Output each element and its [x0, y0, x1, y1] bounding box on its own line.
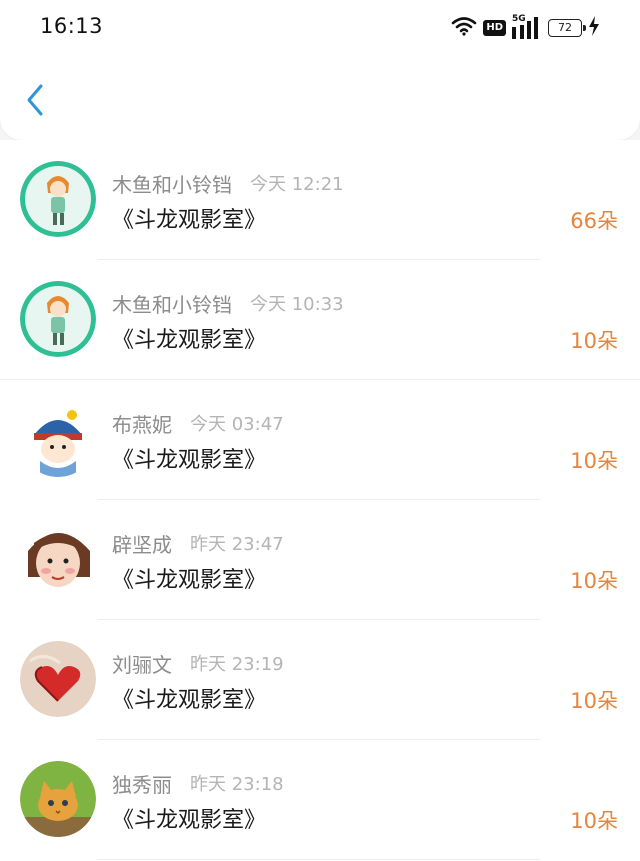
- name-line: 辟坚成 昨天 23:47: [112, 529, 284, 557]
- avatar[interactable]: [20, 281, 96, 357]
- hd-icon: HD: [483, 20, 506, 36]
- gift-amount: 10朵: [570, 569, 618, 593]
- gift-amount: 10朵: [570, 329, 618, 353]
- name-line: 布燕妮 今天 03:47: [112, 409, 284, 437]
- sender-name: 辟坚成: [112, 532, 172, 557]
- avatar[interactable]: [20, 521, 96, 597]
- gift-content: 《斗龙观影室》: [112, 448, 267, 473]
- gift-amount: 10朵: [570, 809, 618, 833]
- avatar[interactable]: [20, 161, 96, 237]
- list-item[interactable]: 木鱼和小铃铛 今天 10:33 《斗龙观影室》 10朵: [0, 260, 640, 380]
- name-line: 独秀丽 昨天 23:18: [112, 769, 284, 797]
- gift-amount: 10朵: [570, 449, 618, 473]
- wifi-icon: [451, 16, 477, 40]
- signal-5g-icon: 5G: [512, 14, 542, 39]
- name-line: 木鱼和小铃铛 今天 10:33: [112, 289, 344, 317]
- gift-content: 《斗龙观影室》: [112, 688, 267, 713]
- cartoon-boy-avatar: [20, 401, 96, 477]
- gift-amount: 10朵: [570, 689, 618, 713]
- timestamp: 今天 10:33: [250, 294, 344, 315]
- name-line: 刘骊文 昨天 23:19: [112, 649, 284, 677]
- timestamp: 昨天 23:47: [190, 534, 284, 555]
- sender-name: 木鱼和小铃铛: [112, 172, 232, 197]
- cartoon-girl-avatar: [20, 281, 96, 357]
- charging-icon: [588, 16, 600, 40]
- gift-content: 《斗龙观影室》: [112, 208, 267, 233]
- timestamp: 昨天 23:18: [190, 774, 284, 795]
- list-item[interactable]: 辟坚成 昨天 23:47 《斗龙观影室》 10朵: [0, 500, 640, 620]
- divider: [98, 859, 540, 860]
- heart-avatar: [20, 641, 96, 717]
- list-item[interactable]: 刘骊文 昨天 23:19 《斗龙观影室》 10朵: [0, 620, 640, 740]
- list-item[interactable]: 独秀丽 昨天 23:18 《斗龙观影室》 10朵: [0, 740, 640, 860]
- avatar[interactable]: [20, 761, 96, 837]
- sender-name: 木鱼和小铃铛: [112, 292, 232, 317]
- sender-name: 刘骊文: [112, 652, 172, 677]
- kitten-avatar: [20, 761, 96, 837]
- back-button[interactable]: [18, 82, 52, 122]
- status-bar: 16:13 HD 5G 72: [0, 0, 640, 56]
- gift-list: 木鱼和小铃铛 今天 12:21 《斗龙观影室》 66朵 木鱼和小铃铛 今天 10…: [0, 140, 640, 861]
- sender-name: 布燕妮: [112, 412, 172, 437]
- status-icons: HD 5G 72: [451, 14, 600, 42]
- header: [0, 56, 640, 140]
- cartoon-face-avatar: [20, 521, 96, 597]
- sender-name: 独秀丽: [112, 772, 172, 797]
- chevron-left-icon: [25, 83, 45, 121]
- avatar[interactable]: [20, 641, 96, 717]
- status-time: 16:13: [40, 14, 104, 38]
- name-line: 木鱼和小铃铛 今天 12:21: [112, 169, 344, 197]
- list-item[interactable]: 木鱼和小铃铛 今天 12:21 《斗龙观影室》 66朵: [0, 140, 640, 260]
- timestamp: 今天 12:21: [250, 174, 344, 195]
- timestamp: 昨天 23:19: [190, 654, 284, 675]
- gift-content: 《斗龙观影室》: [112, 568, 267, 593]
- cartoon-girl-avatar: [20, 161, 96, 237]
- list-item[interactable]: 布燕妮 今天 03:47 《斗龙观影室》 10朵: [0, 380, 640, 500]
- battery-icon: 72: [548, 19, 586, 37]
- gift-content: 《斗龙观影室》: [112, 328, 267, 353]
- gift-content: 《斗龙观影室》: [112, 808, 267, 833]
- avatar[interactable]: [20, 401, 96, 477]
- gift-amount: 66朵: [570, 209, 618, 233]
- timestamp: 今天 03:47: [190, 414, 284, 435]
